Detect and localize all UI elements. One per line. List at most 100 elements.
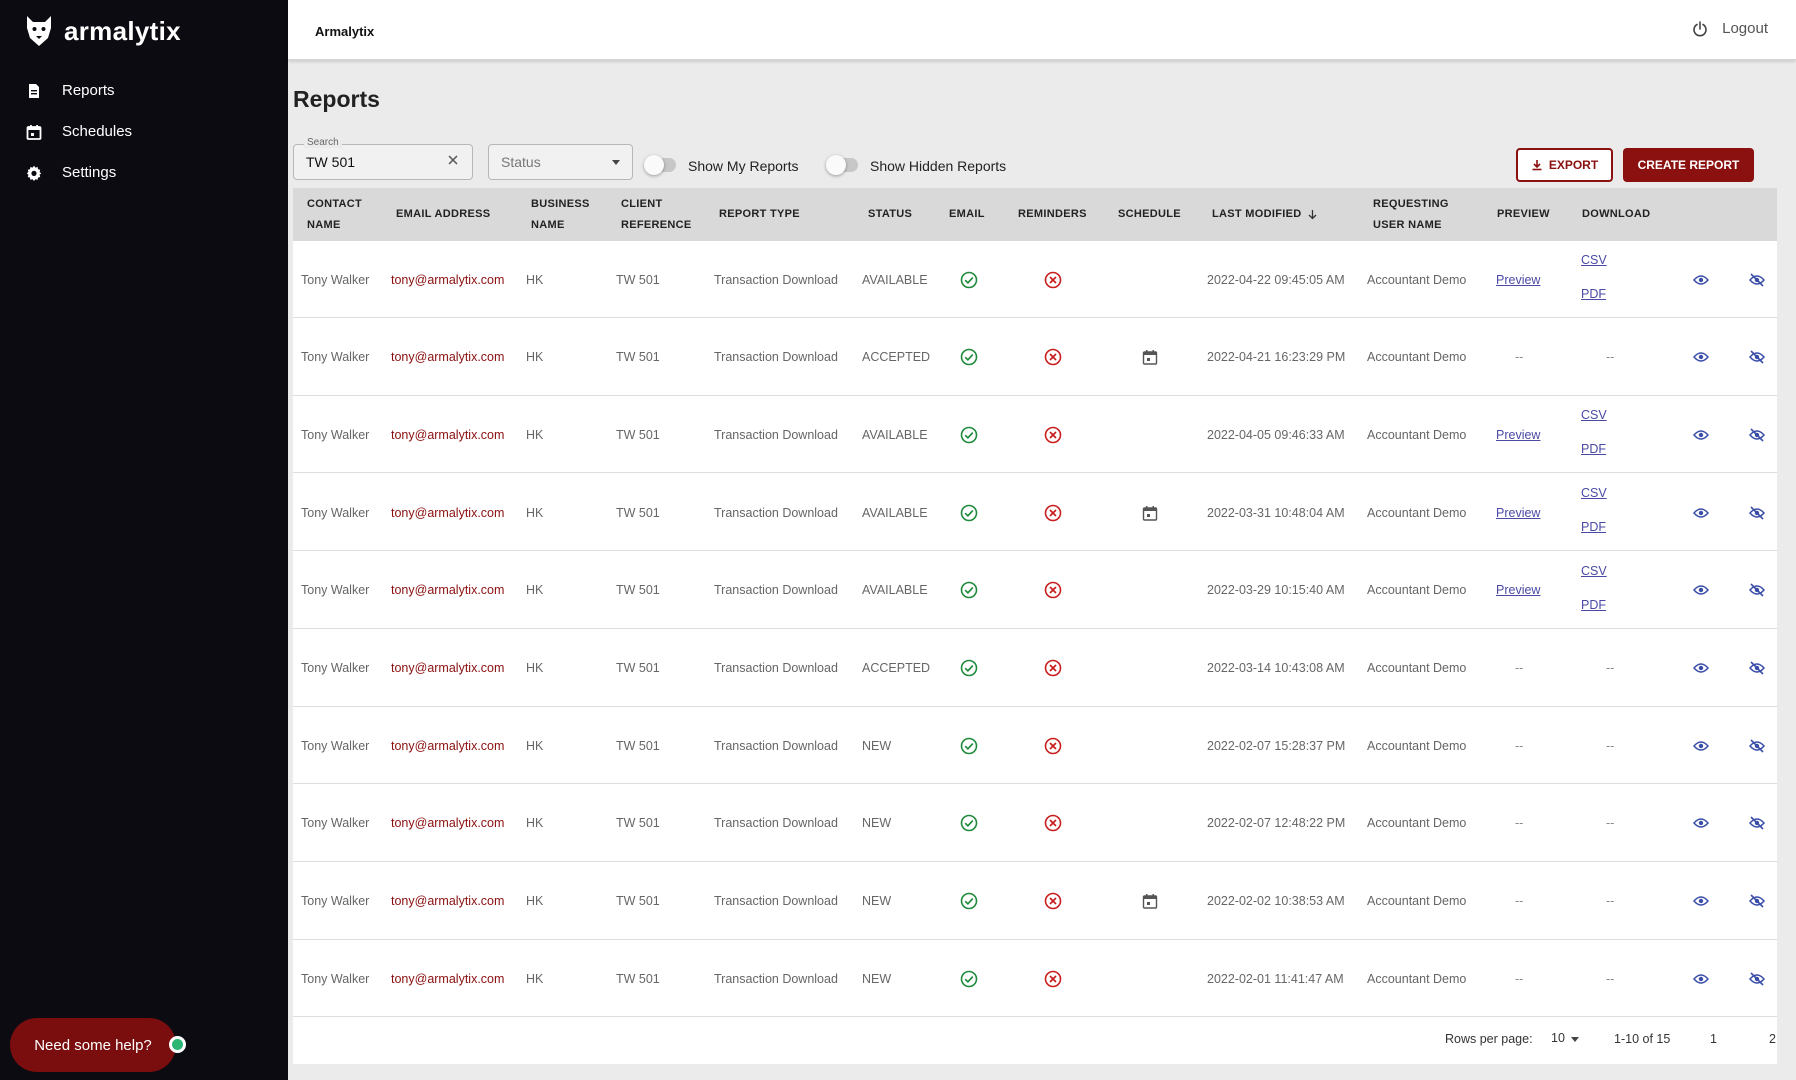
download-empty: -- [1606,661,1615,675]
header-contact-name[interactable]: CONTACT NAME [307,188,362,241]
header-preview[interactable]: PREVIEW [1497,188,1550,241]
cell-schedule[interactable] [1142,319,1158,396]
cell-contact-name: Tony Walker [301,583,370,598]
pdf-download-link[interactable]: PDF [1581,287,1606,301]
cell-requesting-user: Accountant Demo [1367,661,1467,675]
cell-status: NEW [862,816,892,831]
x-circle-icon [1044,426,1062,444]
header-download[interactable]: DOWNLOAD [1582,188,1650,241]
view-button[interactable] [1693,396,1709,473]
logout-button[interactable]: Logout [1692,20,1768,37]
cell-business-name: HK [526,583,544,598]
view-button[interactable] [1693,630,1709,707]
table-row[interactable]: Tony Walker tony@armalytix.com HK TW 501… [293,707,1777,785]
csv-download-link[interactable]: CSV [1581,408,1607,422]
pdf-download-link[interactable]: PDF [1581,520,1606,534]
header-requesting-user-name[interactable]: REQUESTING USER NAME [1373,188,1449,241]
page-button-1[interactable]: 1 [1710,1032,1717,1046]
table-row[interactable]: Tony Walker tony@armalytix.com HK TW 501… [293,785,1777,862]
x-circle-icon [1044,348,1062,366]
hide-button[interactable] [1749,707,1765,784]
cell-schedule[interactable] [1142,863,1158,940]
csv-download-link[interactable]: CSV [1581,486,1607,500]
preview-link[interactable]: Preview [1496,428,1540,442]
page-button-2[interactable]: 2 [1769,1032,1776,1046]
table-row[interactable]: Tony Walker tony@armalytix.com HK TW 501… [293,940,1777,1018]
preview-link[interactable]: Preview [1496,506,1540,520]
view-button[interactable] [1693,863,1709,940]
check-circle-icon [960,815,978,832]
cell-reminders [1044,863,1062,940]
hide-button[interactable] [1749,474,1765,551]
eye-off-icon [1749,661,1765,675]
sidebar-item-settings[interactable]: Settings [0,152,288,193]
header-status[interactable]: STATUS [868,188,912,241]
header-last-modified[interactable]: LAST MODIFIED [1212,188,1318,241]
table-row[interactable]: Tony Walker tony@armalytix.com HK TW 501… [293,552,1777,629]
csv-download-link[interactable]: CSV [1581,253,1607,267]
hide-button[interactable] [1749,319,1765,396]
header-business-name[interactable]: BUSINESS NAME [531,188,590,241]
table-row[interactable]: Tony Walker tony@armalytix.com HK TW 501… [293,319,1777,396]
calendar-icon [1142,505,1158,521]
sidebar-item-reports[interactable]: Reports [0,70,288,111]
cell-status: ACCEPTED [862,661,931,675]
hide-button[interactable] [1749,396,1765,473]
view-button[interactable] [1693,785,1709,862]
export-button[interactable]: EXPORT [1516,148,1613,182]
header-email-address[interactable]: EMAIL ADDRESS [396,188,490,241]
cell-email-sent [960,707,978,784]
preview-link[interactable]: Preview [1496,273,1540,287]
cell-status: NEW [862,738,892,753]
cell-schedule[interactable] [1142,474,1158,551]
cell-preview: Preview [1496,241,1540,318]
view-button[interactable] [1693,241,1709,318]
header-email[interactable]: EMAIL [949,188,985,241]
status-select[interactable]: Status [488,144,633,180]
header-client-reference[interactable]: CLIENT REFERENCE [621,188,692,241]
table-row[interactable]: Tony Walker tony@armalytix.com HK TW 501… [293,863,1777,940]
sidebar-item-schedules[interactable]: Schedules [0,111,288,152]
view-button[interactable] [1693,474,1709,551]
hide-button[interactable] [1749,552,1765,629]
cell-email-address: tony@armalytix.com [391,894,505,909]
hide-button[interactable] [1749,940,1765,1017]
cell-status: AVAILABLE [862,272,928,287]
table-row[interactable]: Tony Walker tony@armalytix.com HK TW 501… [293,474,1777,552]
hide-button[interactable] [1749,630,1765,707]
cell-last-modified: 2022-04-05 09:46:33 AM [1207,427,1345,442]
view-button[interactable] [1693,940,1709,1017]
view-button[interactable] [1693,319,1709,396]
header-line: REFERENCE [621,218,692,231]
header-reminders[interactable]: REMINDERS [1018,188,1087,241]
cell-report-type: Transaction Download [714,583,838,598]
preview-link[interactable]: Preview [1496,583,1540,597]
view-button[interactable] [1693,707,1709,784]
sort-down-icon[interactable] [1307,209,1318,220]
csv-download-link[interactable]: CSV [1581,564,1607,578]
pdf-download-link[interactable]: PDF [1581,598,1606,612]
help-chat-button[interactable]: Need some help? [10,1018,176,1072]
rows-per-page-select[interactable]: 10 [1551,1031,1585,1047]
show-my-reports-toggle[interactable] [644,155,676,175]
create-report-button[interactable]: CREATE REPORT [1623,148,1754,182]
cell-email-sent [960,319,978,396]
hide-button[interactable] [1749,863,1765,940]
header-report-type[interactable]: REPORT TYPE [719,188,800,241]
brand[interactable]: armalytix [24,14,181,48]
hide-button[interactable] [1749,241,1765,318]
show-hidden-reports-toggle[interactable] [826,155,858,175]
table-row[interactable]: Tony Walker tony@armalytix.com HK TW 501… [293,396,1777,474]
view-button[interactable] [1693,552,1709,629]
hide-button[interactable] [1749,785,1765,862]
clear-icon[interactable] [446,153,460,167]
table-row[interactable]: Tony Walker tony@armalytix.com HK TW 501… [293,241,1777,318]
header-schedule[interactable]: SCHEDULE [1118,188,1181,241]
cell-last-modified: 2022-03-29 10:15:40 AM [1207,583,1345,598]
cell-preview: -- [1496,785,1523,862]
pdf-download-link[interactable]: PDF [1581,442,1606,456]
search-input[interactable]: Search TW 501 [293,137,473,180]
table-row[interactable]: Tony Walker tony@armalytix.com HK TW 501… [293,630,1777,707]
cell-contact-name: Tony Walker [301,350,370,365]
cell-report-type: Transaction Download [714,272,838,287]
